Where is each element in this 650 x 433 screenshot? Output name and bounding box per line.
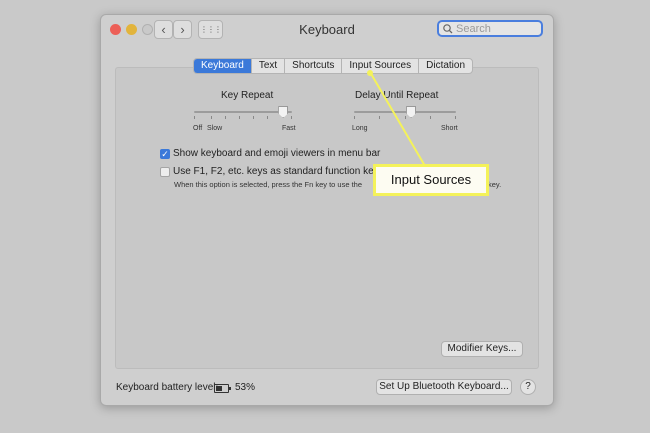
callout-line <box>369 71 426 167</box>
callout-dot <box>367 70 373 76</box>
callout-pointer <box>367 70 426 167</box>
callout-label: Input Sources <box>373 164 489 196</box>
